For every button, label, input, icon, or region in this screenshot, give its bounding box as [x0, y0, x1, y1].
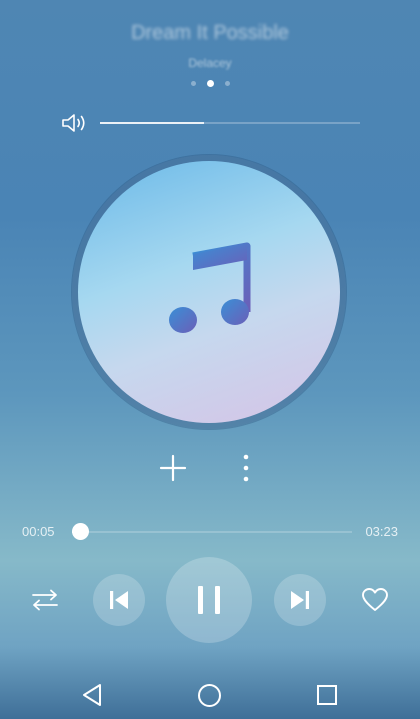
page-dot[interactable] [224, 81, 230, 86]
track-artist: Delacey [188, 56, 232, 70]
home-circle-icon[interactable] [197, 683, 222, 708]
next-button[interactable] [274, 574, 326, 626]
skip-previous-icon [110, 591, 128, 609]
skip-next-icon [291, 591, 309, 609]
music-note-icon [169, 242, 251, 333]
elapsed-time: 00:05 [22, 524, 55, 539]
page-indicator [0, 80, 420, 87]
more-vertical-icon[interactable] [234, 452, 258, 484]
plus-icon[interactable] [157, 452, 189, 484]
progress-track[interactable] [72, 531, 352, 533]
music-player-screen: Dream It Possible Delacey 00:05 03:23 [0, 0, 420, 719]
progress-thumb[interactable] [71, 523, 89, 540]
heart-outline-icon [362, 588, 388, 611]
speaker-icon[interactable] [60, 111, 90, 135]
pause-button[interactable] [166, 557, 252, 643]
shuffle-button[interactable] [29, 586, 61, 614]
total-duration: 03:23 [365, 524, 398, 539]
volume-control [60, 110, 360, 136]
recent-square-icon[interactable] [316, 684, 338, 706]
shuffle-icon [32, 589, 58, 611]
page-dot[interactable] [190, 81, 196, 86]
favorite-button[interactable] [360, 586, 390, 614]
back-triangle-icon[interactable] [80, 682, 104, 708]
volume-level[interactable] [100, 122, 204, 124]
page-dot-active[interactable] [206, 80, 214, 87]
previous-button[interactable] [93, 574, 145, 626]
pause-icon [198, 586, 220, 614]
track-title: Dream It Possible [131, 22, 289, 44]
system-navigation-bar [0, 662, 420, 719]
